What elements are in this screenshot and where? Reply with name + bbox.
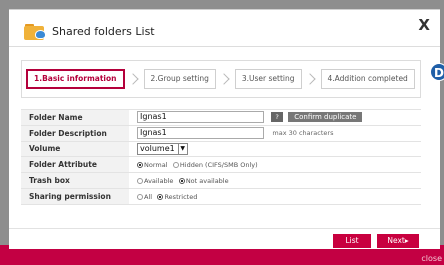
chevron-right-icon <box>303 73 316 85</box>
folder-description-label: Folder Description <box>21 124 129 142</box>
sharing-all-label: All <box>144 192 153 201</box>
trash-not-available-radio[interactable] <box>178 178 185 185</box>
chevron-right-icon <box>126 73 139 85</box>
volume-select[interactable]: volume1 ▼ <box>137 142 188 155</box>
close-icon[interactable]: X <box>418 16 430 34</box>
trash-available-label: Available <box>144 177 174 186</box>
folder-attribute-label: Folder Attribute <box>21 156 129 174</box>
folder-name-label: Folder Name <box>21 109 129 126</box>
attribute-normal-label: Normal <box>144 161 168 170</box>
shared-folders-dialog: Shared folders List X 1.Basic informatio… <box>9 9 440 249</box>
volume-label: Volume <box>21 140 129 158</box>
volume-selected-value: volume1 <box>140 143 175 153</box>
chevron-down-icon[interactable]: ▼ <box>177 143 187 154</box>
trash-box-label: Trash box <box>21 172 129 189</box>
sharing-all-radio[interactable] <box>137 193 143 200</box>
step-badge: D <box>430 63 444 81</box>
folder-description-input[interactable]: Ignas1 <box>137 127 264 140</box>
backdrop-close-link[interactable]: close <box>421 254 442 263</box>
table-row: Trash box Available Not available <box>21 172 421 189</box>
trash-available-radio[interactable] <box>137 178 143 185</box>
footer-divider <box>9 228 440 229</box>
sharing-permission-label: Sharing permission <box>21 187 129 205</box>
shared-folder-icon <box>24 22 48 40</box>
attribute-normal-radio[interactable] <box>137 162 143 169</box>
folder-form: Folder Name Ignas1 ? Confirm duplicate F… <box>21 109 421 205</box>
step-addition-completed[interactable]: 4.Addition completed <box>320 69 415 89</box>
next-button[interactable]: Next▸ <box>377 234 419 248</box>
help-button[interactable]: ? <box>271 112 283 123</box>
step-user-setting[interactable]: 3.User setting <box>234 69 302 89</box>
trash-not-available-label: Not available <box>185 177 229 186</box>
sharing-restricted-radio[interactable] <box>157 193 164 200</box>
confirm-duplicate-button[interactable]: Confirm duplicate <box>288 112 363 123</box>
wizard-steps: 1.Basic information 2.Group setting 3.Us… <box>21 60 421 98</box>
folder-name-input[interactable]: Ignas1 <box>137 111 264 124</box>
table-row: Folder Description Ignas1 max 30 charact… <box>21 124 421 142</box>
table-row: Sharing permission All Restricted <box>21 187 421 205</box>
dialog-title-row: Shared folders List <box>24 20 155 42</box>
list-button[interactable]: List <box>333 234 371 248</box>
sharing-restricted-label: Restricted <box>164 192 198 201</box>
dialog-title: Shared folders List <box>52 24 155 38</box>
attribute-hidden-radio[interactable] <box>172 162 179 169</box>
attribute-hidden-label: Hidden (CIFS/SMB Only) <box>179 161 258 170</box>
chevron-right-icon <box>218 73 230 85</box>
table-row: Folder Name Ignas1 ? Confirm duplicate <box>21 109 421 126</box>
table-row: Folder Attribute Normal Hidden (CIFS/SMB… <box>21 156 421 174</box>
description-hint: max 30 characters <box>272 129 334 138</box>
title-divider <box>9 46 440 47</box>
step-group-setting[interactable]: 2.Group setting <box>143 69 216 89</box>
table-row: Volume volume1 ▼ <box>21 140 421 158</box>
step-basic-information[interactable]: 1.Basic information <box>26 69 125 89</box>
